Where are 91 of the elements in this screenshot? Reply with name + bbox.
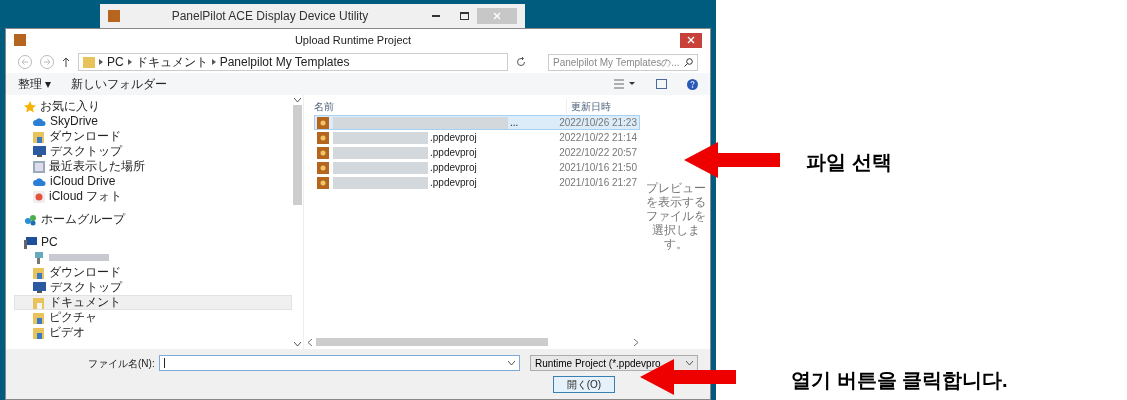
homegroup-icon [24, 213, 37, 226]
scroll-right-icon[interactable] [634, 338, 638, 346]
computer-icon [24, 236, 37, 249]
file-type-select[interactable]: Runtime Project (*.ppdevpro [529, 355, 698, 371]
up-arrow-icon[interactable] [62, 57, 70, 67]
project-file-icon [317, 176, 329, 189]
chevron-icon [127, 59, 132, 65]
column-header[interactable]: 名前 [314, 98, 566, 114]
folder-icon [33, 266, 45, 279]
close-icon [687, 36, 695, 44]
caret-icon [507, 361, 515, 365]
folder-icon [33, 326, 45, 339]
file-name: .ppdevproj [429, 161, 478, 175]
sidebar-item[interactable]: ダウンロード [14, 265, 292, 280]
file-date: 2022/10/26 21:23 [559, 116, 638, 130]
caret-icon [294, 342, 301, 346]
filename-label: ファイル名(N): [88, 356, 155, 371]
new-folder-button[interactable]: 新しいフォルダー [71, 75, 168, 93]
star-icon [24, 100, 36, 113]
file-row[interactable]: ... 2022/10/26 21:23 [314, 115, 640, 130]
app-icon [108, 10, 120, 22]
sidebar-group[interactable]: お気に入り [40, 99, 100, 114]
organize-button[interactable]: 整理 ▾ [18, 75, 52, 93]
preview-pane-icon[interactable] [656, 79, 667, 89]
sidebar-item[interactable]: ビデオ [14, 325, 292, 340]
file-row[interactable]: .ppdevproj 2022/10/22 21:14 [314, 130, 640, 145]
file-row[interactable]: .ppdevproj 2022/10/22 20:57 [314, 145, 640, 160]
sidebar-group[interactable]: PC [41, 235, 58, 250]
chevron-icon [99, 59, 103, 65]
open-button[interactable]: 開く(O) [553, 376, 615, 393]
folder-icon [33, 296, 45, 309]
recent-places-icon [33, 160, 45, 173]
sidebar-item[interactable]: デスクトップ [14, 144, 292, 159]
monitor-icon [33, 282, 46, 293]
file-date: 2022/10/22 20:57 [559, 146, 638, 160]
file-row[interactable]: .ppdevproj 2021/10/16 21:27 [314, 175, 640, 190]
dialog-title: Upload Runtime Project [293, 32, 413, 48]
sidebar-item[interactable]: SkyDrive [14, 114, 292, 129]
column-header[interactable]: 更新日時 [566, 98, 611, 114]
refresh-icon[interactable] [516, 57, 526, 67]
close-icon [493, 12, 501, 20]
file-date: 2022/10/22 21:14 [559, 131, 638, 145]
scroll-left-icon[interactable] [308, 338, 312, 346]
monitor-icon [33, 146, 46, 157]
file-date: 2021/10/16 21:50 [559, 161, 638, 175]
photo-icon [33, 190, 45, 203]
file-name: .ppdevproj [429, 176, 478, 190]
preview-message: プレビューを表示するファイルを選択します。 [645, 181, 707, 251]
scrollbar[interactable] [292, 95, 303, 349]
sidebar-group[interactable]: ホームグループ [41, 212, 125, 227]
search-field[interactable]: Panelpilot My Templatesの... [548, 53, 698, 71]
sidebar-item[interactable]: ダウンロード [14, 129, 292, 144]
sidebar-item[interactable]: ピクチャ [14, 310, 292, 325]
address-bar[interactable]: PC ドキュメント Panelpilot My Templates [78, 53, 508, 71]
project-file-icon [317, 131, 329, 144]
sidebar-item[interactable]: iCloud Drive [14, 174, 292, 189]
breadcrumb[interactable]: PC [107, 53, 124, 71]
sidebar-item[interactable]: iCloud フォト [14, 189, 292, 204]
file-row[interactable]: .ppdevproj 2021/10/16 21:50 [314, 160, 640, 175]
cloud-icon [33, 117, 46, 126]
file-date: 2021/10/16 21:27 [559, 176, 638, 190]
file-name: .ppdevproj [429, 146, 478, 160]
cloud-icon [33, 177, 46, 186]
app-icon [14, 34, 26, 46]
search-icon [684, 57, 693, 67]
close-button[interactable] [680, 32, 702, 48]
maximize-icon[interactable] [460, 12, 469, 20]
breadcrumb[interactable]: Panelpilot My Templates [219, 53, 350, 71]
caret-icon [686, 361, 693, 365]
chevron-icon [211, 59, 216, 65]
annotation-text: 파일 선택 [806, 150, 893, 175]
sidebar-item[interactable]: ドキュメント [14, 295, 292, 310]
drive-icon [33, 251, 45, 264]
help-icon[interactable] [687, 78, 698, 90]
caret-icon [294, 98, 301, 102]
file-name: ... [509, 116, 520, 130]
folder-icon [83, 56, 95, 68]
window-title: PanelPilot ACE Display Device Utility [170, 8, 370, 25]
view-icon[interactable] [614, 79, 636, 89]
project-file-icon [317, 116, 329, 129]
folder-icon [33, 311, 45, 324]
sidebar-item[interactable]: デスクトップ [14, 280, 292, 295]
project-file-icon [317, 146, 329, 159]
filename-input[interactable] [158, 355, 520, 371]
file-name: .ppdevproj [429, 131, 478, 145]
folder-icon [33, 130, 45, 143]
annotation-text: 열기 버튼을 클릭합니다. [791, 368, 1009, 393]
project-file-icon [317, 161, 329, 174]
sidebar-item[interactable]: 最近表示した場所 [14, 159, 292, 174]
pointer-arrow-icon [684, 142, 780, 178]
breadcrumb[interactable]: ドキュメント [135, 53, 208, 71]
